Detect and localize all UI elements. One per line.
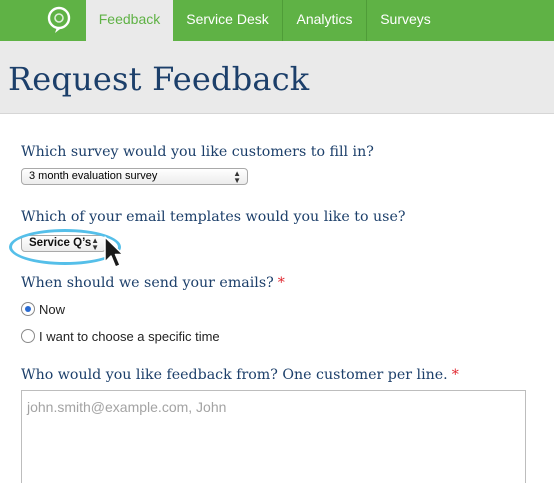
- required-marker: *: [451, 367, 459, 383]
- survey-select[interactable]: 3 month evaluation survey ▲ ▼: [21, 168, 248, 185]
- survey-select-value: 3 month evaluation survey: [29, 170, 158, 182]
- radio-button-checked[interactable]: [21, 302, 35, 316]
- tab-analytics[interactable]: Analytics: [283, 0, 366, 41]
- recipients-placeholder: john.smith@example.com, John: [27, 399, 227, 415]
- tab-feedback[interactable]: Feedback: [86, 0, 173, 41]
- radio-button[interactable]: [21, 329, 35, 343]
- schedule-option-specific-time-label: I want to choose a specific time: [39, 329, 220, 344]
- schedule-question-text: When should we send your emails?: [21, 275, 274, 291]
- tab-service-desk[interactable]: Service Desk: [173, 0, 282, 41]
- tab-surveys[interactable]: Surveys: [367, 0, 444, 41]
- schedule-option-now-label: Now: [39, 302, 66, 317]
- speech-bubble-logo-icon[interactable]: [46, 6, 72, 34]
- recipients-question-text: Who would you like feedback from? One cu…: [21, 367, 448, 383]
- mouse-pointer-icon: [104, 236, 124, 268]
- schedule-option-specific-time[interactable]: I want to choose a specific time: [21, 329, 220, 344]
- top-nav-bar: Feedback Service Desk Analytics Surveys: [0, 0, 554, 41]
- survey-question-label: Which survey would you like customers to…: [21, 144, 374, 160]
- page-header: Request Feedback: [0, 41, 554, 114]
- template-question-label: Which of your email templates would you …: [21, 209, 406, 225]
- schedule-option-now[interactable]: Now: [21, 302, 65, 317]
- required-marker: *: [277, 275, 285, 291]
- schedule-question-label: When should we send your emails? *: [21, 275, 285, 291]
- select-arrows-icon: ▲ ▼: [233, 169, 241, 185]
- page-title: Request Feedback: [8, 60, 310, 98]
- recipients-question-label: Who would you like feedback from? One cu…: [21, 367, 459, 383]
- recipients-textarea[interactable]: john.smith@example.com, John: [21, 390, 526, 483]
